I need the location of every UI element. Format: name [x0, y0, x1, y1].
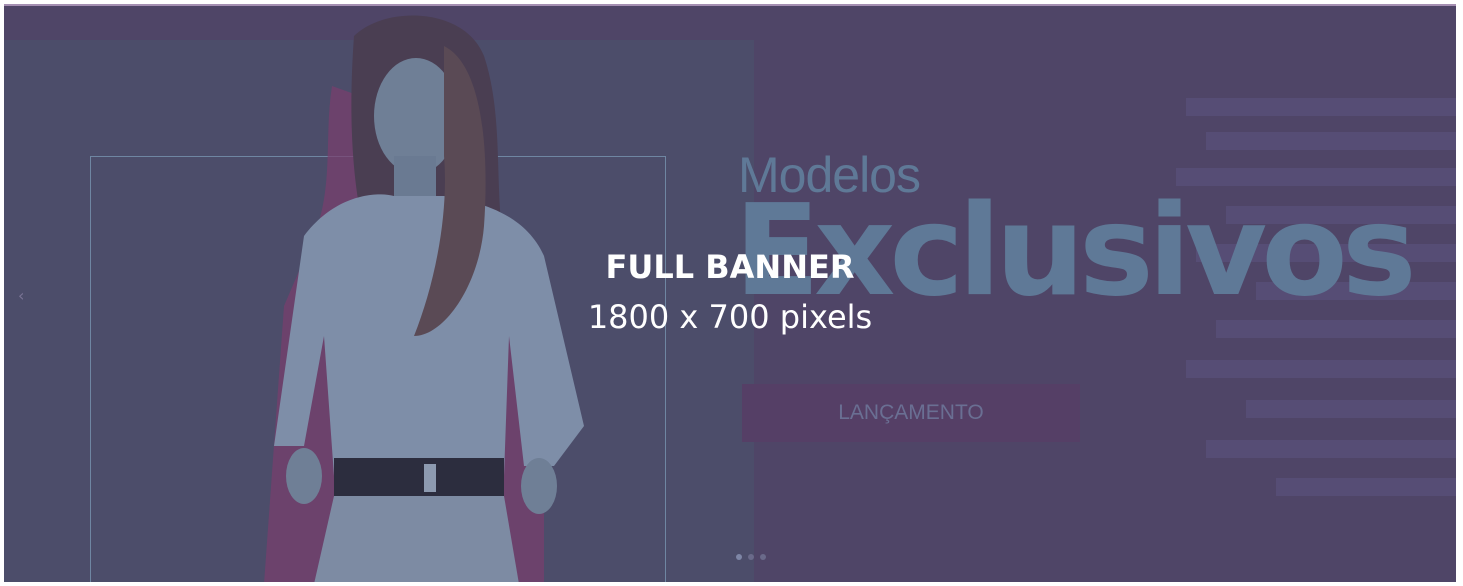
carousel-dots — [736, 554, 766, 560]
carousel-dot[interactable] — [748, 554, 754, 560]
model-photo — [244, 6, 624, 582]
full-banner[interactable]: Modelos Exclusivos LANÇAMENTO FULL BANNE… — [4, 4, 1456, 582]
chevron-left-icon[interactable]: ‹ — [18, 286, 38, 306]
placeholder-title: FULL BANNER — [605, 248, 855, 286]
carousel-dot[interactable] — [760, 554, 766, 560]
carousel-dot[interactable] — [736, 554, 742, 560]
placeholder-dimensions: 1800 x 700 pixels — [587, 298, 873, 336]
launch-button[interactable]: LANÇAMENTO — [742, 384, 1080, 442]
